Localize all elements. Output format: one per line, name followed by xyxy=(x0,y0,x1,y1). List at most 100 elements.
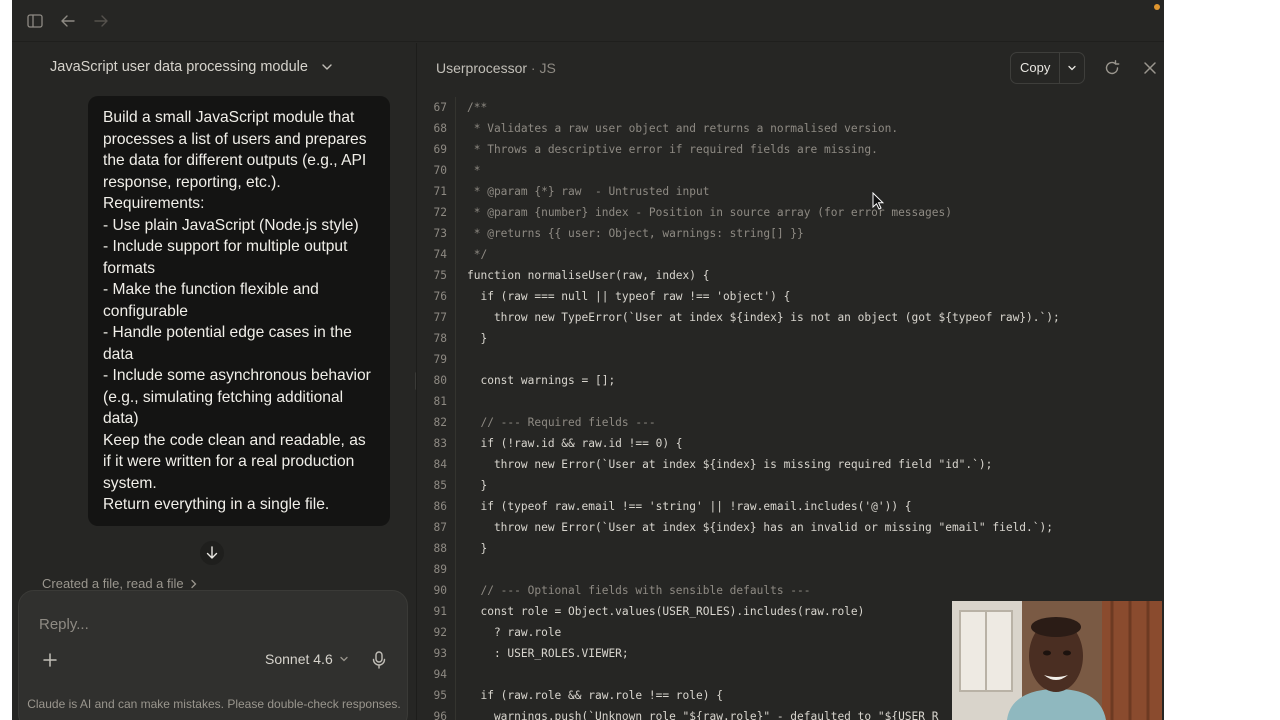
chevron-right-icon xyxy=(190,579,197,588)
artifact-title: Userprocessor · JS xyxy=(436,60,556,76)
code-line: 69 * Throws a descriptive error if requi… xyxy=(417,139,878,160)
voice-input-button[interactable] xyxy=(369,649,389,671)
code-text: if (raw.role && raw.role !== role) { xyxy=(467,689,723,702)
code-line: 90 // --- Optional fields with sensible … xyxy=(417,580,811,601)
plus-icon xyxy=(43,653,57,667)
activity-text: Created a file, read a file xyxy=(42,576,184,591)
code-line: 76 if (raw === null || typeof raw !== 'o… xyxy=(417,286,791,307)
code-line: 68 * Validates a raw user object and ret… xyxy=(417,118,899,139)
code-text: } xyxy=(467,542,488,555)
user-message: Build a small JavaScript module that pro… xyxy=(88,96,390,526)
disclaimer: Claude is AI and can make mistakes. Plea… xyxy=(27,697,401,711)
line-number: 81 xyxy=(433,395,447,408)
code-line: 75 function normaliseUser(raw, index) { xyxy=(417,265,710,286)
code-text: : USER_ROLES.VIEWER; xyxy=(467,647,629,660)
code-text: function normaliseUser(raw, index) { xyxy=(467,269,710,282)
line-number: 87 xyxy=(433,521,447,534)
add-attachment-button[interactable] xyxy=(39,649,61,671)
chevron-down-icon xyxy=(340,656,348,662)
arrow-down-icon xyxy=(206,546,218,559)
line-number: 75 xyxy=(433,269,447,282)
line-number: 85 xyxy=(433,479,447,492)
code-text: throw new TypeError(`User at index ${ind… xyxy=(467,311,1060,324)
line-number: 78 xyxy=(433,332,447,345)
line-number: 86 xyxy=(433,500,447,513)
code-text: // --- Optional fields with sensible def… xyxy=(467,584,811,597)
code-line: 79 xyxy=(417,349,467,370)
code-line: 81 xyxy=(417,391,467,412)
line-number: 83 xyxy=(433,437,447,450)
artifact-type: JS xyxy=(539,60,556,76)
reply-input[interactable] xyxy=(39,613,379,635)
webcam-overlay xyxy=(952,601,1162,720)
line-number: 74 xyxy=(433,248,447,261)
chevron-down-icon xyxy=(322,64,332,70)
code-line: 88 } xyxy=(417,538,488,559)
code-line: 78 } xyxy=(417,328,488,349)
code-text: */ xyxy=(467,248,488,261)
refresh-icon[interactable] xyxy=(1103,59,1121,77)
scroll-down-button[interactable] xyxy=(200,541,224,565)
code-text: if (!raw.id && raw.id !== 0) { xyxy=(467,437,683,450)
line-number: 80 xyxy=(433,374,447,387)
line-number: 92 xyxy=(433,626,447,639)
code-line: 87 throw new Error(`User at index ${inde… xyxy=(417,517,1053,538)
code-line: 74 */ xyxy=(417,244,488,265)
code-text: * Validates a raw user object and return… xyxy=(467,122,899,135)
model-selector[interactable]: Sonnet 4.6 xyxy=(265,651,349,667)
line-number: 84 xyxy=(433,458,447,471)
mouse-cursor-icon xyxy=(872,192,884,210)
line-number: 68 xyxy=(433,122,447,135)
line-number: 93 xyxy=(433,647,447,660)
line-number: 91 xyxy=(433,605,447,618)
microphone-icon xyxy=(372,651,386,669)
copy-button[interactable]: Copy xyxy=(1011,53,1061,83)
line-number: 79 xyxy=(433,353,447,366)
code-text: throw new Error(`User at index ${index} … xyxy=(467,458,993,471)
chevron-down-icon xyxy=(1068,65,1077,71)
code-text: } xyxy=(467,332,488,345)
code-line: 96 warnings.push(`Unknown role "${raw.ro… xyxy=(417,706,939,720)
code-text: * @returns {{ user: Object, warnings: st… xyxy=(467,227,804,240)
arrow-right-icon[interactable] xyxy=(92,12,110,30)
copy-options-dropdown[interactable] xyxy=(1060,53,1084,83)
artifact-name: Userprocessor xyxy=(436,60,528,76)
code-line: 84 throw new Error(`User at index ${inde… xyxy=(417,454,993,475)
line-number: 82 xyxy=(433,416,447,429)
arrow-left-icon[interactable] xyxy=(59,12,77,30)
code-text: * @param {*} raw - Untrusted input xyxy=(467,185,710,198)
line-number: 89 xyxy=(433,563,447,576)
code-line: 73 * @returns {{ user: Object, warnings:… xyxy=(417,223,804,244)
close-icon[interactable] xyxy=(1141,59,1159,77)
status-dot xyxy=(1154,4,1160,10)
sidebar-toggle-icon[interactable] xyxy=(26,12,44,30)
code-text: ? raw.role xyxy=(467,626,562,639)
line-number: 69 xyxy=(433,143,447,156)
conversation-title[interactable]: JavaScript user data processing module xyxy=(50,57,334,77)
webcam-person-image xyxy=(952,601,1162,720)
code-line: 70 * xyxy=(417,160,481,181)
code-line: 85 } xyxy=(417,475,488,496)
code-line: 93 : USER_ROLES.VIEWER; xyxy=(417,643,629,664)
chat-pane: JavaScript user data processing module B… xyxy=(12,43,416,720)
code-line: 92 ? raw.role xyxy=(417,622,562,643)
copy-button-group: Copy xyxy=(1010,52,1086,84)
code-line: 67 /** xyxy=(417,97,488,118)
code-text: warnings.push(`Unknown role "${raw.role}… xyxy=(467,710,939,720)
code-line: 91 const role = Object.values(USER_ROLES… xyxy=(417,601,865,622)
code-text: } xyxy=(467,479,488,492)
line-number: 88 xyxy=(433,542,447,555)
line-number: 96 xyxy=(433,710,447,720)
code-text: if (typeof raw.email !== 'string' || !ra… xyxy=(467,500,912,513)
line-number: 77 xyxy=(433,311,447,324)
line-number: 72 xyxy=(433,206,447,219)
code-line: 71 * @param {*} raw - Untrusted input xyxy=(417,181,710,202)
code-line: 89 xyxy=(417,559,467,580)
code-text: * xyxy=(467,164,481,177)
line-number: 95 xyxy=(433,689,447,702)
artifact-header: Userprocessor · JS Copy xyxy=(417,43,1164,93)
activity-summary[interactable]: Created a file, read a file xyxy=(42,576,198,591)
code-line: 83 if (!raw.id && raw.id !== 0) { xyxy=(417,433,683,454)
conversation-title-text: JavaScript user data processing module xyxy=(50,59,308,75)
code-line: 86 if (typeof raw.email !== 'string' || … xyxy=(417,496,912,517)
